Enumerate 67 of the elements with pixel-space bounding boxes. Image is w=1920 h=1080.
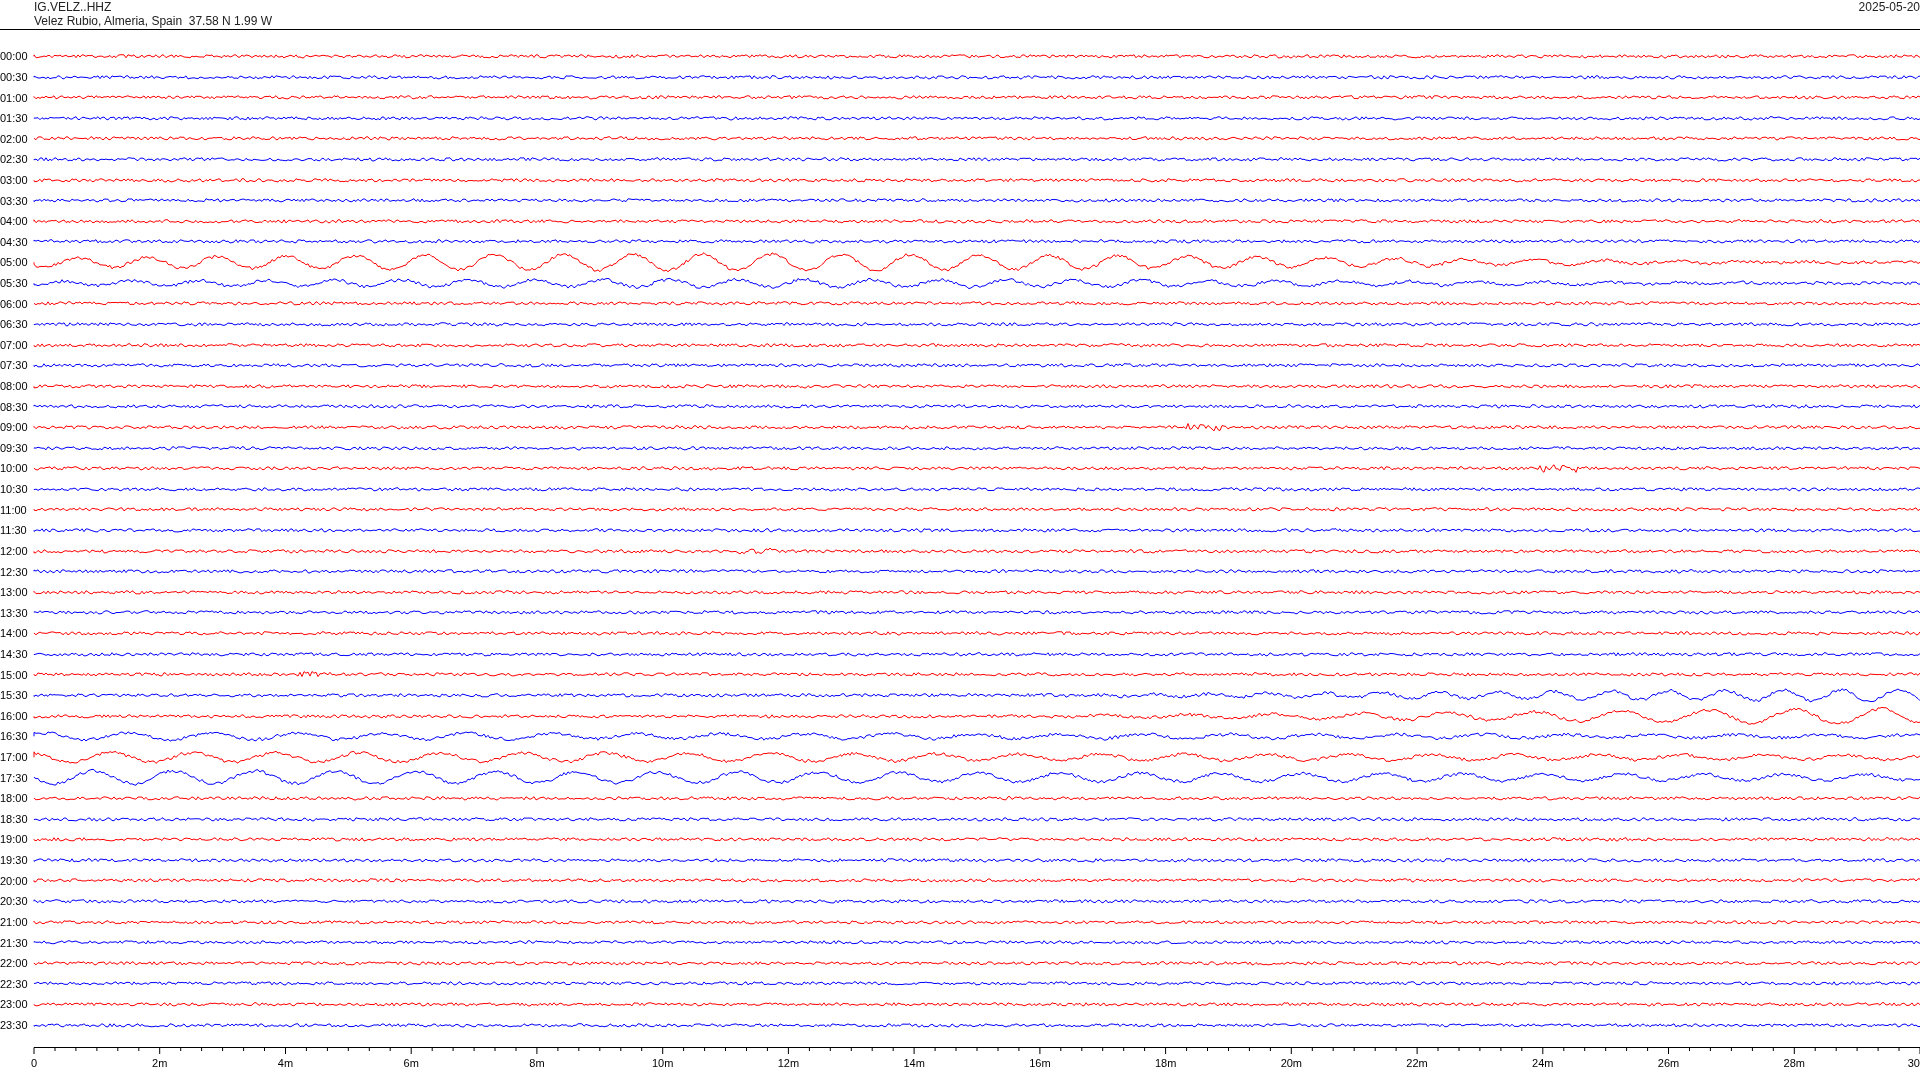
axis-tick-label: 6m xyxy=(403,1057,419,1070)
time-label: 10:00 xyxy=(0,462,29,475)
time-label: 01:30 xyxy=(0,112,29,125)
time-label: 23:30 xyxy=(0,1018,29,1031)
time-label: 07:30 xyxy=(0,359,29,372)
time-label: 14:30 xyxy=(0,647,29,660)
time-label: 13:30 xyxy=(0,606,29,619)
time-label: 00:30 xyxy=(0,70,29,83)
time-label: 18:30 xyxy=(0,812,29,825)
time-label: 02:30 xyxy=(0,153,29,166)
time-label: 05:00 xyxy=(0,256,29,269)
time-label: 17:00 xyxy=(0,751,29,763)
time-label: 02:00 xyxy=(0,132,29,145)
time-label: 09:30 xyxy=(0,441,29,454)
axis-tick-label: 16m xyxy=(1029,1057,1051,1070)
time-label: 07:00 xyxy=(0,338,29,351)
time-label: 19:00 xyxy=(0,833,29,846)
time-label: 20:30 xyxy=(0,895,29,908)
axis-tick-label: 2m xyxy=(152,1057,168,1070)
axis-tick-label: 22m xyxy=(1406,1057,1428,1070)
time-label: 10:30 xyxy=(0,483,29,496)
axis-tick-label: 18m xyxy=(1154,1057,1177,1070)
time-label: 12:30 xyxy=(0,565,29,578)
time-label: 16:30 xyxy=(0,730,29,743)
axis-tick-label: 10m xyxy=(651,1057,674,1070)
time-label: 04:30 xyxy=(0,235,29,248)
time-label: 13:00 xyxy=(0,586,29,599)
time-label: 17:30 xyxy=(0,771,29,784)
time-label: 04:00 xyxy=(0,215,29,228)
time-label: 23:00 xyxy=(0,998,29,1011)
time-label: 20:00 xyxy=(0,874,29,887)
axis-tick-label: 30 xyxy=(1907,1057,1920,1070)
time-label: 21:00 xyxy=(0,915,29,928)
time-label: 11:00 xyxy=(0,503,28,516)
time-label: 15:00 xyxy=(0,668,29,681)
station-location: Velez Rubio, Almeria, Spain 37.58 N 1.99 W xyxy=(34,14,273,28)
time-label: 21:30 xyxy=(0,936,29,949)
time-label: 22:00 xyxy=(0,957,29,970)
time-label: 19:30 xyxy=(0,854,29,867)
time-label: 01:00 xyxy=(0,91,29,104)
time-label: 00:00 xyxy=(0,50,29,63)
time-label: 06:30 xyxy=(0,318,29,331)
axis-tick-label: 4m xyxy=(277,1057,294,1070)
time-label: 18:00 xyxy=(0,792,29,805)
axis-tick-label: 20m xyxy=(1280,1057,1303,1070)
axis-tick-label: 26m xyxy=(1657,1057,1680,1070)
axis-tick-label: 8m xyxy=(529,1057,545,1070)
axis-tick-label: 12m xyxy=(777,1057,800,1070)
time-label: 03:30 xyxy=(0,194,29,207)
axis-tick-label: 0 xyxy=(30,1057,38,1070)
time-label: 08:30 xyxy=(0,400,29,413)
time-label: 15:30 xyxy=(0,689,29,702)
time-label: 11:30 xyxy=(0,524,28,537)
time-label: 06:00 xyxy=(0,297,29,310)
time-label: 22:30 xyxy=(0,977,29,990)
plot-date: 2025-05-20 xyxy=(1858,0,1920,16)
time-label: 14:00 xyxy=(0,627,29,640)
time-label: 08:00 xyxy=(0,380,29,393)
station-code: IG.VELZ..HHZ xyxy=(34,0,113,14)
time-label: 05:30 xyxy=(0,277,29,289)
time-label: 16:00 xyxy=(0,709,29,722)
time-label: 09:00 xyxy=(0,421,29,434)
axis-tick-label: 14m xyxy=(903,1057,925,1070)
time-label: 12:00 xyxy=(0,544,29,557)
time-label: 03:00 xyxy=(0,173,29,186)
axis-tick-label: 24m xyxy=(1532,1057,1554,1070)
axis-tick-label: 28m xyxy=(1783,1057,1805,1070)
